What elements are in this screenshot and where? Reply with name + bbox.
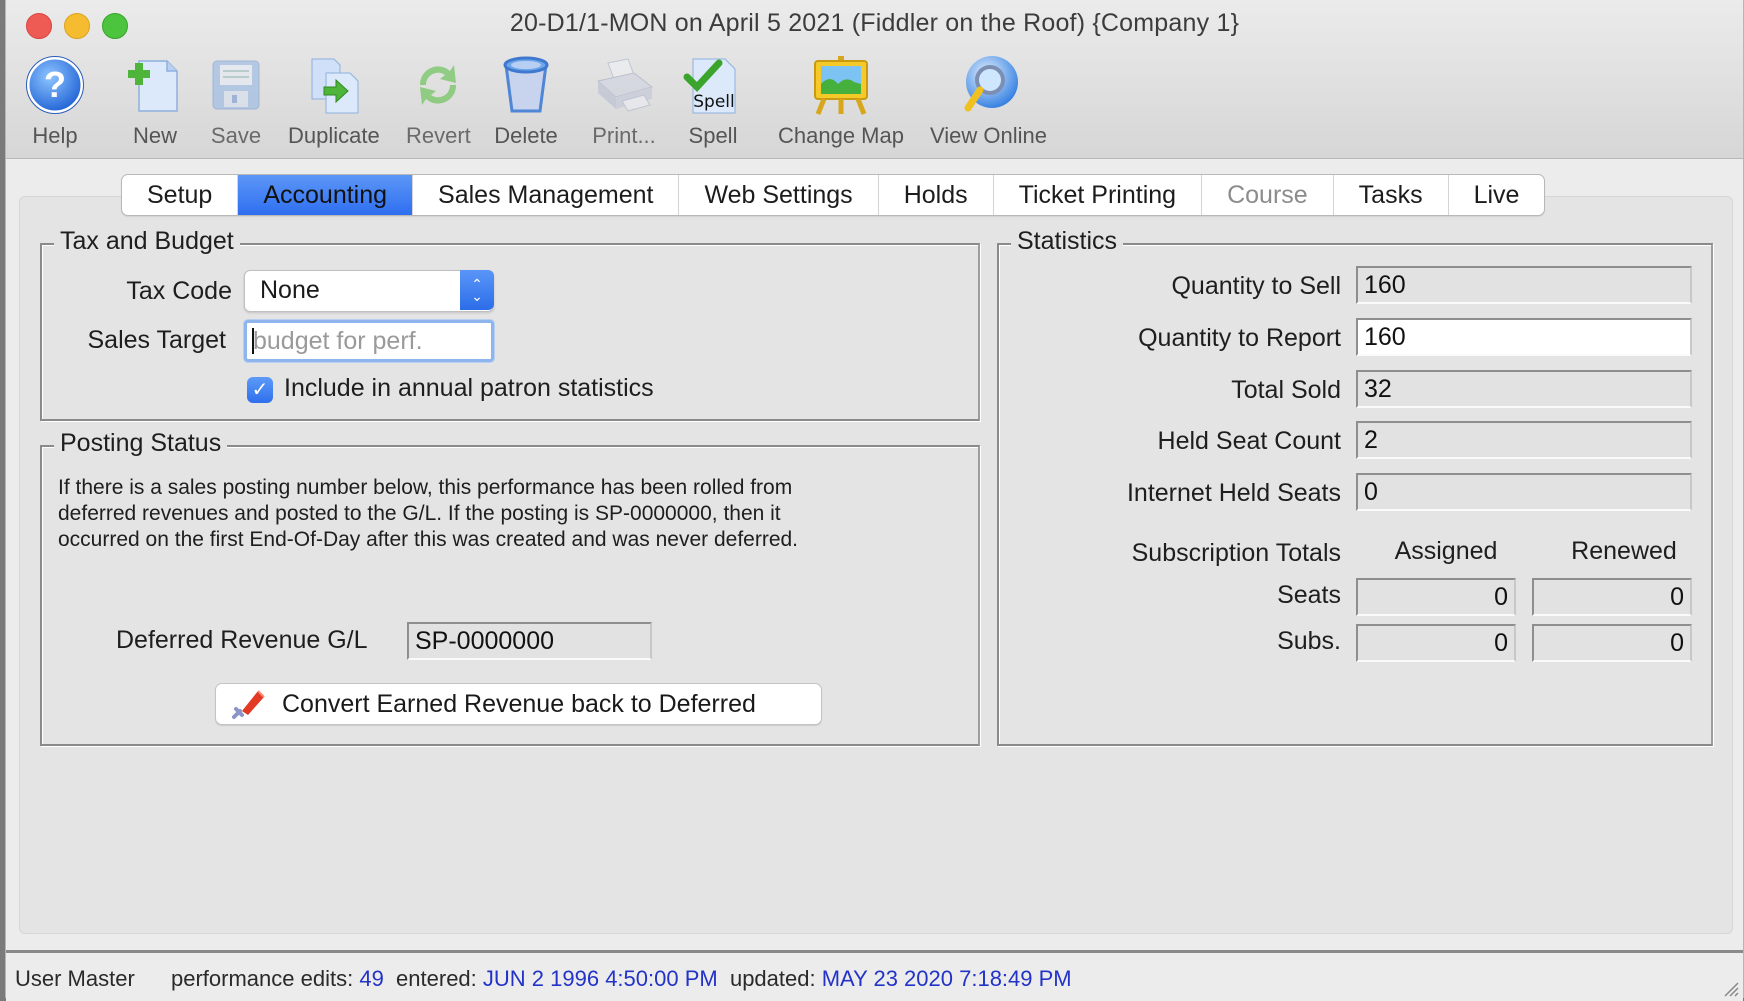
tab-sales-management[interactable]: Sales Management <box>413 175 680 215</box>
status-bar: User Master performance edits: 49 entere… <box>6 950 1743 1001</box>
quantity-to-sell-field: 160 <box>1356 266 1692 304</box>
assigned-column-header: Assigned <box>1394 537 1498 565</box>
tab-bar: Setup Accounting Sales Management Web Se… <box>121 174 1546 216</box>
updated-label: updated: <box>729 966 816 991</box>
spell-label: Spell <box>688 123 738 148</box>
updated-value: MAY 23 2020 7:18:49 PM <box>821 966 1072 991</box>
duplicate-icon <box>302 52 366 118</box>
posting-description-line: If there is a sales posting number below… <box>58 476 793 499</box>
revert-arrows-icon <box>406 52 470 118</box>
quantity-to-report-label: Quantity to Report <box>1138 324 1341 352</box>
sales-target-label: Sales Target <box>87 326 226 354</box>
new-label: New <box>132 123 177 148</box>
total-sold-label: Total Sold <box>1231 376 1341 404</box>
tab-holds[interactable]: Holds <box>879 175 994 215</box>
tax-code-select[interactable]: None ⌃ ⌄ <box>244 270 494 312</box>
window-title: 20-D1/1-MON on April 5 2021 (Fiddler on … <box>509 9 1240 37</box>
edits-value: 49 <box>359 966 384 991</box>
seats-renewed-field: 0 <box>1532 578 1692 616</box>
save-label: Save <box>210 123 262 148</box>
help-button[interactable]: ? Help <box>23 52 87 149</box>
statistics-title: Statistics <box>1011 227 1124 256</box>
change-map-button[interactable]: Change Map <box>778 52 904 149</box>
save-button[interactable]: Save <box>204 52 268 149</box>
view-online-label: View Online <box>930 123 1047 148</box>
tab-setup[interactable]: Setup <box>122 175 239 215</box>
include-stats-label: Include in annual patron statistics <box>284 374 654 402</box>
seats-assigned-field: 0 <box>1356 578 1516 616</box>
internet-held-seats-field: 0 <box>1356 473 1692 511</box>
tab-tasks[interactable]: Tasks <box>1334 175 1449 215</box>
posting-description: If there is a sales posting number below… <box>58 475 938 553</box>
checkmark-icon: ✓ <box>251 379 269 401</box>
easel-map-icon <box>809 52 873 118</box>
delete-label: Delete <box>494 123 558 148</box>
edits-label: performance edits: <box>171 966 354 991</box>
text-caret <box>252 328 254 354</box>
delete-button[interactable]: Delete <box>494 52 558 149</box>
help-label: Help <box>32 123 78 148</box>
posting-description-line: deferred revenues and posted to the G/L.… <box>58 502 781 525</box>
subs-renewed-field: 0 <box>1532 624 1692 662</box>
performance-window: 20-D1/1-MON on April 5 2021 (Fiddler on … <box>5 0 1744 1001</box>
tax-code-value: None <box>260 276 320 304</box>
status-user: User Master <box>15 966 135 991</box>
quantity-to-report-field[interactable]: 160 <box>1356 318 1692 356</box>
subscription-totals-label: Subscription Totals <box>1131 539 1341 567</box>
internet-held-seats-label: Internet Held Seats <box>1126 479 1341 507</box>
tab-accounting[interactable]: Accounting <box>238 175 414 215</box>
resize-grip-icon[interactable] <box>1719 977 1739 997</box>
include-stats-checkbox[interactable]: ✓ <box>247 377 273 403</box>
convert-revenue-label: Convert Earned Revenue back to Deferred <box>282 690 756 718</box>
held-seat-count-field: 2 <box>1356 421 1692 459</box>
view-online-button[interactable]: View Online <box>930 52 1047 149</box>
posting-description-line: occurred on the first End-Of-Day after t… <box>58 528 799 551</box>
subs-row-label: Subs. <box>1277 627 1341 655</box>
entered-value: JUN 2 1996 4:50:00 PM <box>482 966 718 991</box>
svg-text:Spell: Spell <box>693 92 735 112</box>
save-disk-icon <box>204 52 268 118</box>
sales-target-input[interactable] <box>247 323 491 359</box>
web-search-icon <box>957 52 1021 118</box>
svg-text:?: ? <box>44 64 66 105</box>
spell-check-icon: Spell <box>681 52 745 118</box>
tab-course: Course <box>1202 175 1334 215</box>
posting-status-title: Posting Status <box>54 429 228 458</box>
trash-bin-icon <box>494 52 558 118</box>
total-sold-field: 32 <box>1356 370 1692 408</box>
held-seat-count-label: Held Seat Count <box>1157 427 1341 455</box>
chevron-up-down-icon: ⌃ ⌄ <box>460 270 494 310</box>
status-edits: performance edits: 49 entered: JUN 2 199… <box>171 966 1072 992</box>
tab-live[interactable]: Live <box>1449 175 1545 215</box>
title-bar: 20-D1/1-MON on April 5 2021 (Fiddler on … <box>6 0 1743 159</box>
tab-web-settings[interactable]: Web Settings <box>679 175 879 215</box>
new-button[interactable]: New <box>123 52 187 149</box>
wrench-marker-icon <box>232 690 265 719</box>
change-map-label: Change Map <box>778 123 904 148</box>
revert-button[interactable]: Revert <box>406 52 471 149</box>
convert-revenue-button[interactable]: Convert Earned Revenue back to Deferred <box>215 683 822 725</box>
renewed-column-header: Renewed <box>1571 537 1677 565</box>
tax-budget-title: Tax and Budget <box>54 227 240 256</box>
revert-label: Revert <box>406 123 471 148</box>
seats-row-label: Seats <box>1277 581 1341 609</box>
quantity-to-sell-label: Quantity to Sell <box>1171 272 1341 300</box>
entered-label: entered: <box>396 966 477 991</box>
help-icon: ? <box>23 52 87 118</box>
tax-code-label: Tax Code <box>126 277 232 305</box>
deferred-gl-label: Deferred Revenue G/L <box>116 626 368 654</box>
new-document-icon <box>123 52 187 118</box>
print-button[interactable]: Print... <box>592 52 656 149</box>
printer-icon <box>592 52 656 118</box>
tab-ticket-printing[interactable]: Ticket Printing <box>994 175 1203 215</box>
subs-assigned-field: 0 <box>1356 624 1516 662</box>
deferred-gl-field: SP-0000000 <box>407 622 652 660</box>
duplicate-button[interactable]: Duplicate <box>288 52 380 149</box>
print-label: Print... <box>592 123 656 148</box>
duplicate-label: Duplicate <box>288 123 380 148</box>
spell-button[interactable]: Spell Spell <box>681 52 745 149</box>
sales-target-input-wrap <box>244 320 494 362</box>
